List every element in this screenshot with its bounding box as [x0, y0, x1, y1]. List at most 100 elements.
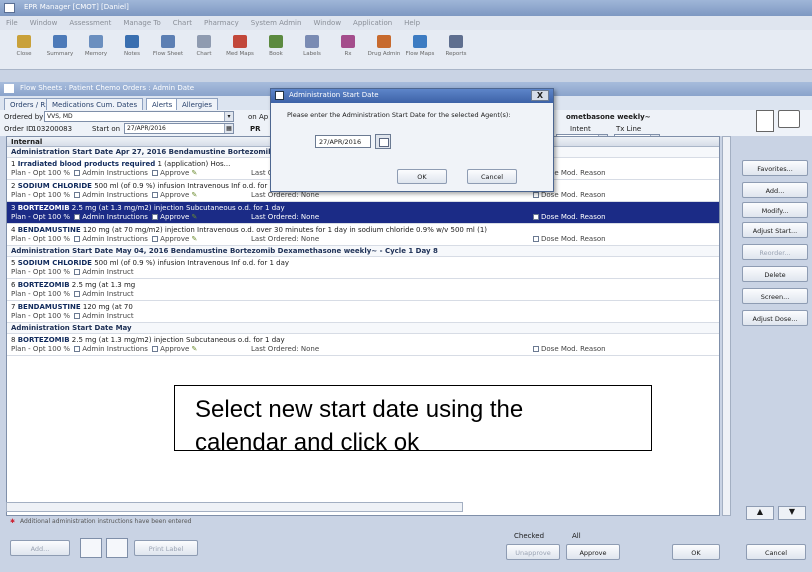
- menu-item[interactable]: File: [6, 19, 18, 27]
- document-icon[interactable]: [756, 110, 774, 132]
- tab-medications[interactable]: Medications Cum. Dates: [46, 98, 144, 110]
- admin-instructions-checkbox[interactable]: [74, 236, 81, 242]
- toolbar-icon: [53, 35, 67, 48]
- admin-start-date-dialog: Administration Start Date X Please enter…: [270, 88, 554, 192]
- right-panel-button[interactable]: Screen...: [742, 288, 808, 304]
- menu-item[interactable]: Window: [313, 19, 341, 27]
- toolbar-button[interactable]: Close: [6, 33, 42, 65]
- add-button[interactable]: Add...: [10, 540, 70, 556]
- orders-list[interactable]: Internal Administration Start Date Apr 2…: [6, 136, 720, 516]
- order-row[interactable]: 4 BENDAMUSTINE 120 mg (at 70 mg/m2) inje…: [7, 224, 719, 246]
- toolbar-button[interactable]: Chart: [186, 33, 222, 65]
- admin-instructions-checkbox[interactable]: [74, 269, 81, 275]
- toolbar-button[interactable]: Labels: [294, 33, 330, 65]
- dose-mod-reason[interactable]: Dose Mod. Reason: [531, 191, 606, 199]
- right-panel-button[interactable]: Modify...: [742, 202, 808, 218]
- admin-instructions-checkbox[interactable]: [74, 214, 81, 220]
- order-row[interactable]: 7 BENDAMUSTINE 120 mg (at 70 Plan - Opt 1…: [7, 301, 719, 323]
- pencil-icon[interactable]: ✎: [192, 235, 198, 243]
- toolbar-button[interactable]: Drug Admin: [366, 33, 402, 65]
- calendar-icon[interactable]: [375, 134, 391, 149]
- admin-instructions-checkbox[interactable]: [74, 291, 81, 297]
- list-vertical-scrollbar[interactable]: [722, 136, 731, 516]
- order-row[interactable]: 6 BORTEZOMIB 2.5 mg (at 1.3 mg Plan - Opt…: [7, 279, 719, 301]
- menu-item[interactable]: Help: [404, 19, 420, 27]
- approve-checkbox[interactable]: [152, 236, 159, 242]
- start-date-input[interactable]: 27/APR/2016: [315, 135, 371, 148]
- cancel-button[interactable]: Cancel: [746, 544, 806, 560]
- dose-mod-reason[interactable]: Dose Mod. Reason: [531, 213, 606, 221]
- dose-mod-checkbox[interactable]: [533, 346, 539, 352]
- toolbar-icon: [233, 35, 247, 48]
- admin-instructions-label: Admin Instructions: [82, 235, 148, 243]
- ok-button[interactable]: OK: [672, 544, 720, 560]
- unapprove-button[interactable]: Unapprove: [506, 544, 560, 560]
- order-row[interactable]: 5 SODIUM CHLORIDE 500 ml (of 0.9 %) infu…: [7, 257, 719, 279]
- tab-allergies[interactable]: Allergies: [176, 98, 219, 110]
- toolbar-button[interactable]: Notes: [114, 33, 150, 65]
- last-ordered: Last Ordered: None: [251, 235, 320, 243]
- right-panel-button[interactable]: Delete: [742, 266, 808, 282]
- plan-text: Plan - Opt 100 %: [11, 268, 71, 276]
- pencil-icon[interactable]: ✎: [192, 169, 198, 177]
- move-down-button[interactable]: ▼: [778, 506, 806, 520]
- ordered-by-select[interactable]: VVS, MD ▾: [44, 111, 234, 122]
- toolbar-button[interactable]: Rx: [330, 33, 366, 65]
- admin-instructions-checkbox[interactable]: [74, 346, 81, 352]
- order-line: 3 BORTEZOMIB 2.5 mg (at 1.3 mg/m2) injec…: [11, 204, 715, 213]
- menu-item[interactable]: Manage To: [123, 19, 160, 27]
- last-ordered: Last Ordered: None: [251, 191, 320, 199]
- approve-checkbox[interactable]: [152, 214, 159, 220]
- list-horizontal-scrollbar[interactable]: [6, 502, 463, 512]
- menu-item[interactable]: Window: [30, 19, 58, 27]
- toolbar-button[interactable]: Med Maps: [222, 33, 258, 65]
- comment-icon[interactable]: [778, 110, 800, 128]
- admin-instructions-checkbox[interactable]: [74, 192, 81, 198]
- dialog-cancel-button[interactable]: Cancel: [467, 169, 517, 184]
- pencil-icon[interactable]: ✎: [192, 213, 198, 221]
- order-row[interactable]: 3 BORTEZOMIB 2.5 mg (at 1.3 mg/m2) injec…: [7, 202, 719, 224]
- order-row[interactable]: 8 BORTEZOMIB 2.5 mg (at 1.3 mg/m2) injec…: [7, 334, 719, 356]
- toolbar-icon: [305, 35, 319, 48]
- right-panel-button[interactable]: Reorder...: [742, 244, 808, 260]
- plan-text: Plan - Opt 100 %: [11, 169, 71, 177]
- approve-button[interactable]: Approve: [566, 544, 620, 560]
- dialog-close-button[interactable]: X: [531, 90, 549, 101]
- toolbar-button[interactable]: Flow Maps: [402, 33, 438, 65]
- image-icon[interactable]: [106, 538, 128, 558]
- tab-alerts[interactable]: Alerts: [146, 98, 179, 110]
- right-panel-button[interactable]: Favorites...: [742, 160, 808, 176]
- order-line: 4 BENDAMUSTINE 120 mg (at 70 mg/m2) inje…: [11, 226, 715, 235]
- approve-checkbox[interactable]: [152, 192, 159, 198]
- toolbar-label: Flow Maps: [405, 51, 435, 57]
- toolbar-button[interactable]: Memory: [78, 33, 114, 65]
- menu-item[interactable]: Chart: [173, 19, 192, 27]
- right-panel-button[interactable]: Adjust Start...: [742, 222, 808, 238]
- move-up-button[interactable]: ▲: [746, 506, 774, 520]
- admin-instructions-checkbox[interactable]: [74, 313, 81, 319]
- toolbar-button[interactable]: Flow Sheet: [150, 33, 186, 65]
- menu-item[interactable]: System Admin: [251, 19, 302, 27]
- menu-item[interactable]: Assessment: [69, 19, 111, 27]
- start-on-field[interactable]: 27/APR/2016 ▦: [124, 123, 234, 134]
- dose-mod-reason[interactable]: Dose Mod. Reason: [531, 235, 606, 243]
- admin-instructions-checkbox[interactable]: [74, 170, 81, 176]
- pencil-icon[interactable]: ✎: [192, 345, 198, 353]
- approve-checkbox[interactable]: [152, 170, 159, 176]
- dialog-ok-button[interactable]: OK: [397, 169, 447, 184]
- notes-icon[interactable]: [80, 538, 102, 558]
- menu-item[interactable]: Pharmacy: [204, 19, 239, 27]
- dose-mod-checkbox[interactable]: [533, 192, 539, 198]
- menu-item[interactable]: Application: [353, 19, 392, 27]
- dose-mod-reason[interactable]: Dose Mod. Reason: [531, 345, 606, 353]
- approve-checkbox[interactable]: [152, 346, 159, 352]
- dose-mod-checkbox[interactable]: [533, 214, 539, 220]
- right-panel-button[interactable]: Adjust Dose...: [742, 310, 808, 326]
- right-panel-button[interactable]: Add...: [742, 182, 808, 198]
- dose-mod-checkbox[interactable]: [533, 236, 539, 242]
- toolbar-button[interactable]: Summary: [42, 33, 78, 65]
- toolbar-button[interactable]: Reports: [438, 33, 474, 65]
- pencil-icon[interactable]: ✎: [192, 191, 198, 199]
- print-label-button[interactable]: Print Label: [134, 540, 198, 556]
- toolbar-button[interactable]: Book: [258, 33, 294, 65]
